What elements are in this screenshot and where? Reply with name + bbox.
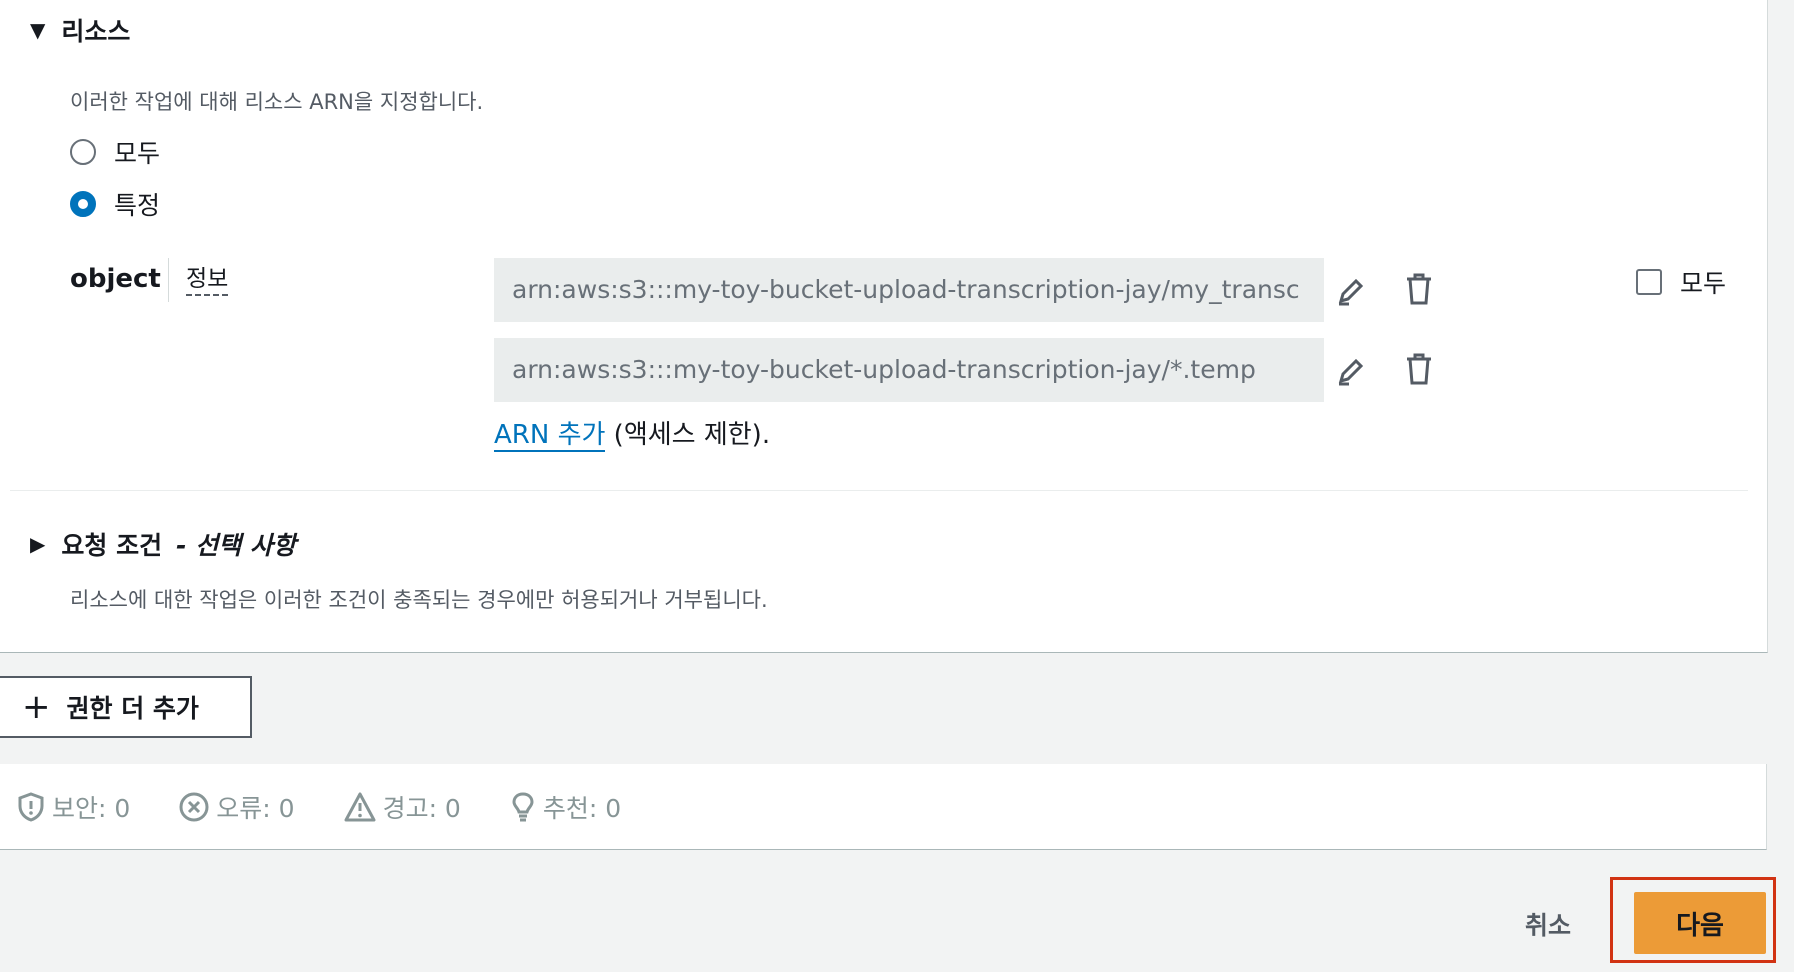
cancel-button[interactable]: 취소: [1525, 906, 1571, 942]
radio-specific-label: 특정: [114, 191, 161, 220]
plus-icon: +: [22, 687, 51, 727]
security-count: 보안: 0: [52, 793, 131, 823]
conditions-optional-label: - 선택 사항: [176, 531, 296, 560]
all-checkbox-label: 모두: [1680, 269, 1727, 298]
warning-icon: [344, 792, 376, 821]
radio-all-label: 모두: [114, 139, 161, 168]
resources-header[interactable]: ▼ 리소스: [30, 12, 130, 48]
trash-icon[interactable]: [1402, 352, 1436, 386]
add-arn-row: ARN 추가 (액세스 제한).: [494, 414, 771, 452]
label-separator: [168, 258, 169, 302]
suggestions-status[interactable]: 추천: 0: [509, 789, 621, 825]
radio-specific-circle[interactable]: [70, 191, 96, 217]
edit-icon[interactable]: [1334, 274, 1368, 308]
warnings-status[interactable]: 경고: 0: [343, 789, 461, 825]
shield-icon: [18, 791, 44, 822]
trash-icon[interactable]: [1402, 272, 1436, 306]
edit-icon[interactable]: [1334, 354, 1368, 388]
arn-field-1[interactable]: arn:aws:s3:::my-toy-bucket-upload-transc…: [494, 258, 1324, 322]
conditions-header[interactable]: ▶ 요청 조건 - 선택 사항: [30, 526, 296, 562]
resources-description: 이러한 작업에 대해 리소스 ARN을 지정합니다.: [70, 90, 484, 114]
caret-right-icon: ▶: [30, 532, 46, 556]
arn-field-2[interactable]: arn:aws:s3:::my-toy-bucket-upload-transc…: [494, 338, 1324, 402]
resources-panel: ▼ 리소스 이러한 작업에 대해 리소스 ARN을 지정합니다. 모두 특정 o…: [0, 0, 1768, 653]
section-divider: [10, 490, 1748, 491]
all-checkbox-box[interactable]: [1636, 269, 1662, 295]
resources-header-label: 리소스: [61, 17, 131, 46]
caret-down-icon: ▼: [30, 18, 46, 42]
object-label: object: [70, 264, 161, 294]
radio-all-circle[interactable]: [70, 139, 96, 165]
conditions-header-label: 요청 조건: [61, 531, 163, 560]
next-button[interactable]: 다음: [1634, 892, 1766, 954]
conditions-description: 리소스에 대한 작업은 이러한 조건이 충족되는 경우에만 허용되거나 거부됩니…: [70, 588, 768, 612]
info-link[interactable]: 정보: [186, 264, 229, 296]
warnings-count: 경고: 0: [382, 793, 461, 823]
suggestions-count: 추천: 0: [542, 793, 622, 823]
lightbulb-icon: [512, 791, 534, 821]
all-resources-checkbox[interactable]: 모두: [1636, 264, 1726, 300]
add-arn-link[interactable]: ARN 추가: [494, 420, 606, 452]
errors-count: 오류: 0: [216, 793, 295, 823]
error-icon: [179, 792, 209, 821]
add-permissions-button[interactable]: + 권한 더 추가: [0, 676, 252, 738]
errors-status[interactable]: 오류: 0: [178, 789, 295, 825]
add-permissions-label: 권한 더 추가: [66, 694, 199, 723]
radio-all[interactable]: 모두: [70, 134, 160, 170]
add-arn-suffix: (액세스 제한).: [605, 420, 771, 450]
radio-specific[interactable]: 특정: [70, 186, 160, 222]
security-status[interactable]: 보안: 0: [16, 789, 130, 825]
validation-status-bar: 보안: 0 오류: 0 경고: 0 추천: 0: [0, 764, 1767, 850]
